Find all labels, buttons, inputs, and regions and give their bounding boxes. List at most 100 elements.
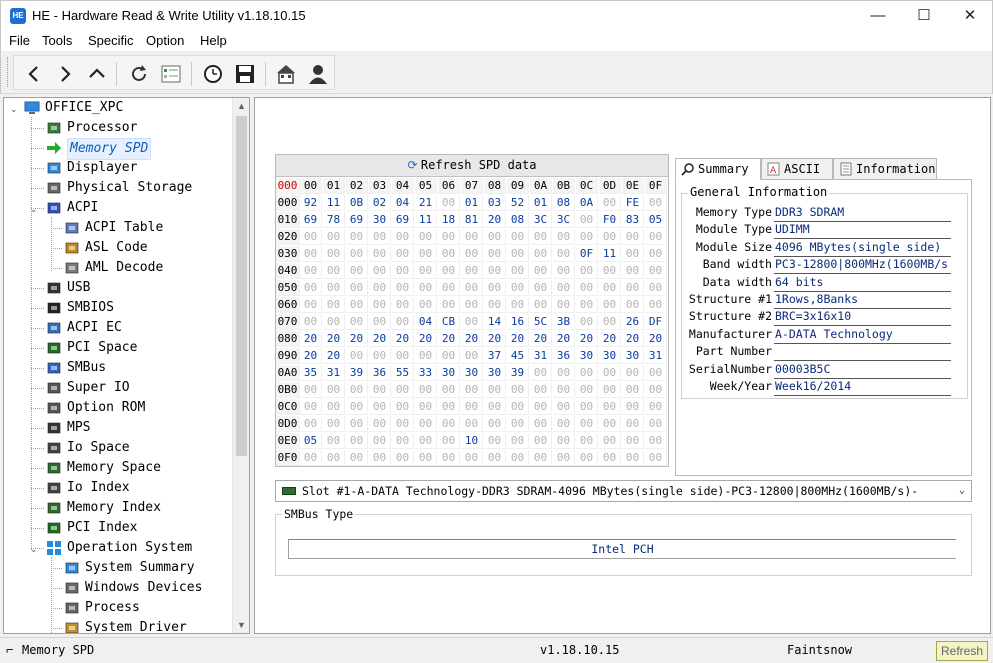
hex-cell[interactable]: 00 (484, 382, 506, 398)
hex-cell[interactable]: 00 (369, 433, 391, 449)
hex-cell[interactable]: 00 (415, 348, 437, 364)
hex-cell[interactable]: 00 (530, 399, 552, 415)
hex-cell[interactable]: 00 (530, 280, 552, 296)
hex-cell[interactable]: 37 (484, 348, 506, 364)
hex-cell[interactable]: 00 (369, 416, 391, 432)
hex-cell[interactable]: 35 (300, 365, 322, 381)
hex-cell[interactable]: 00 (484, 433, 506, 449)
hex-cell[interactable]: 16 (507, 314, 529, 330)
hex-cell[interactable]: 0A (576, 195, 598, 211)
hex-cell[interactable]: 20 (323, 348, 345, 364)
hex-cell[interactable]: 69 (300, 212, 322, 228)
hex-cell[interactable]: 31 (323, 365, 345, 381)
hex-cell[interactable]: 0F (576, 246, 598, 262)
hex-cell[interactable]: 30 (369, 212, 391, 228)
hex-cell[interactable]: 00 (553, 382, 575, 398)
hex-cell[interactable]: 00 (392, 246, 414, 262)
hex-cell[interactable]: 20 (415, 331, 437, 347)
hex-cell[interactable]: 00 (530, 246, 552, 262)
menu-file[interactable]: File (9, 33, 30, 48)
hex-cell[interactable]: 00 (484, 297, 506, 313)
hex-cell[interactable]: 00 (369, 382, 391, 398)
hex-cell[interactable]: 31 (645, 348, 667, 364)
hex-cell[interactable]: 00 (438, 246, 460, 262)
hex-cell[interactable]: 00 (300, 450, 322, 466)
hex-cell[interactable]: 00 (438, 297, 460, 313)
hex-cell[interactable]: 3C (530, 212, 552, 228)
hex-cell[interactable]: 00 (599, 229, 621, 245)
hex-cell[interactable]: 00 (461, 280, 483, 296)
hex-cell[interactable]: 00 (530, 450, 552, 466)
user-icon[interactable] (307, 63, 329, 85)
collapse-icon[interactable]: ⌄ (10, 105, 19, 114)
hex-cell[interactable]: 00 (645, 297, 667, 313)
hex-cell[interactable]: 00 (415, 416, 437, 432)
hex-cell[interactable]: 00 (461, 246, 483, 262)
hex-cell[interactable]: 00 (599, 450, 621, 466)
tree-scrollbar[interactable]: ▲ ▼ (232, 98, 249, 633)
hex-cell[interactable]: 00 (645, 195, 667, 211)
hex-cell[interactable]: 20 (438, 331, 460, 347)
hex-cell[interactable]: 30 (622, 348, 644, 364)
forward-icon[interactable] (54, 63, 76, 85)
hex-cell[interactable]: 20 (576, 331, 598, 347)
hex-cell[interactable]: 3B (553, 314, 575, 330)
hex-cell[interactable]: 20 (346, 331, 368, 347)
hex-cell[interactable]: 00 (346, 382, 368, 398)
hex-cell[interactable]: 00 (415, 382, 437, 398)
hex-cell[interactable]: 5C (530, 314, 552, 330)
home-icon[interactable] (275, 63, 297, 85)
hex-cell[interactable]: 00 (645, 365, 667, 381)
hex-cell[interactable]: 00 (438, 229, 460, 245)
hex-cell[interactable]: 00 (323, 263, 345, 279)
hex-cell[interactable]: 00 (599, 433, 621, 449)
back-icon[interactable] (23, 63, 45, 85)
hex-cell[interactable]: 00 (507, 433, 529, 449)
hex-cell[interactable]: 00 (530, 365, 552, 381)
hex-cell[interactable]: 20 (392, 331, 414, 347)
hex-cell[interactable]: 52 (507, 195, 529, 211)
scroll-thumb[interactable] (236, 116, 247, 456)
hex-cell[interactable]: 00 (346, 280, 368, 296)
hex-cell[interactable]: 00 (415, 229, 437, 245)
hex-cell[interactable]: 00 (484, 399, 506, 415)
hex-cell[interactable]: 00 (392, 450, 414, 466)
hex-cell[interactable]: 00 (645, 246, 667, 262)
hex-cell[interactable]: 00 (507, 280, 529, 296)
hex-cell[interactable]: 05 (645, 212, 667, 228)
hex-cell[interactable]: 00 (507, 399, 529, 415)
hex-cell[interactable]: 00 (599, 399, 621, 415)
refresh-icon[interactable] (128, 63, 150, 85)
hex-cell[interactable]: 00 (553, 365, 575, 381)
refresh-spd-button[interactable]: ⟳ Refresh SPD data (276, 155, 668, 177)
hex-cell[interactable]: 20 (300, 348, 322, 364)
hex-cell[interactable]: 00 (530, 297, 552, 313)
hex-cell[interactable]: 00 (645, 229, 667, 245)
hex-cell[interactable]: 00 (415, 399, 437, 415)
hex-cell[interactable]: 00 (415, 280, 437, 296)
hex-cell[interactable]: 00 (530, 433, 552, 449)
scroll-down-icon[interactable]: ▼ (237, 620, 246, 630)
hex-cell[interactable]: 00 (622, 280, 644, 296)
hex-cell[interactable]: 00 (415, 450, 437, 466)
hex-cell[interactable]: 00 (645, 450, 667, 466)
hex-cell[interactable]: 00 (484, 416, 506, 432)
hex-cell[interactable]: 36 (553, 348, 575, 364)
hex-cell[interactable]: 00 (346, 416, 368, 432)
hex-cell[interactable]: 00 (346, 399, 368, 415)
hex-cell[interactable]: 00 (484, 263, 506, 279)
hex-cell[interactable]: 00 (369, 297, 391, 313)
hex-cell[interactable]: 00 (346, 314, 368, 330)
hex-cell[interactable]: 00 (507, 297, 529, 313)
hex-cell[interactable]: 00 (576, 263, 598, 279)
hex-cell[interactable]: 20 (369, 331, 391, 347)
checklist-icon[interactable] (160, 63, 182, 85)
hex-cell[interactable]: 14 (484, 314, 506, 330)
hex-cell[interactable]: 00 (553, 229, 575, 245)
hex-cell[interactable]: 00 (415, 433, 437, 449)
hex-cell[interactable]: 00 (484, 246, 506, 262)
hex-cell[interactable]: 00 (599, 365, 621, 381)
hex-cell[interactable]: 00 (576, 365, 598, 381)
hex-cell[interactable]: 00 (346, 263, 368, 279)
hex-cell[interactable]: 00 (599, 263, 621, 279)
